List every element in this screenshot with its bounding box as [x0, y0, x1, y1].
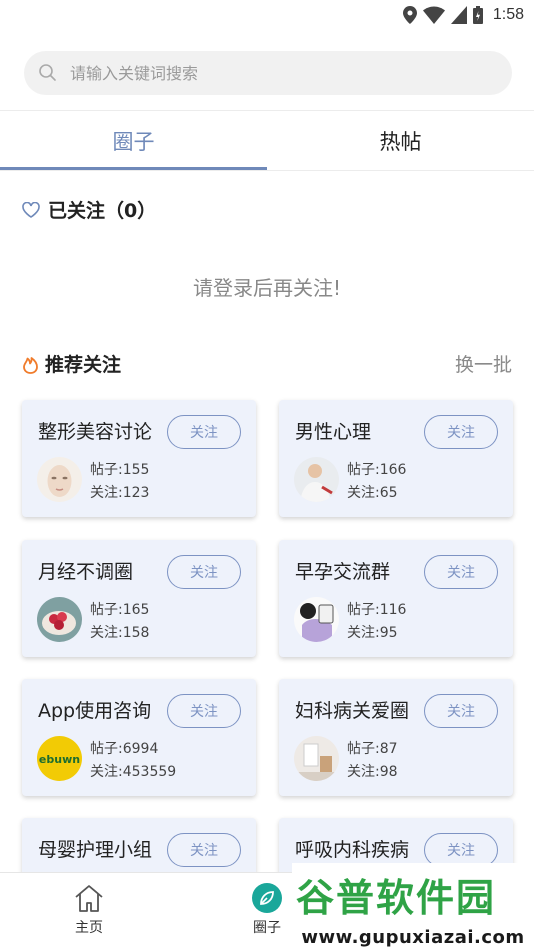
- circle-card[interactable]: 月经不调圈 关注 帖子:165 关注:158: [22, 540, 256, 657]
- post-count: 帖子:155: [90, 462, 150, 478]
- status-icons: 1:58: [402, 4, 524, 26]
- follow-button[interactable]: 关注: [167, 415, 241, 449]
- fire-icon: [23, 356, 38, 374]
- post-count: 帖子:6994: [90, 741, 159, 757]
- tab-divider: [0, 170, 534, 171]
- wifi-icon: [422, 6, 445, 24]
- login-tip[interactable]: 请登录后再关注!: [0, 272, 534, 301]
- post-count: 帖子:165: [90, 602, 150, 618]
- face-avatar: [37, 457, 82, 502]
- followed-header: 已关注（0）: [22, 196, 156, 223]
- circle-name: 呼吸内科疾病: [295, 839, 410, 861]
- circle-card[interactable]: 男性心理 关注 帖子:166 关注:65: [279, 400, 513, 517]
- circle-name: 月经不调圈: [38, 561, 134, 583]
- follow-button[interactable]: 关注: [424, 833, 498, 867]
- signal-icon: [450, 6, 467, 24]
- tab-circles[interactable]: 圈子: [0, 112, 267, 170]
- leaf-icon: [252, 883, 282, 913]
- circle-name: 早孕交流群: [295, 561, 391, 583]
- watermark: 谷普软件园 www.gupuxiazai.com: [292, 863, 534, 950]
- food-avatar: [37, 597, 82, 642]
- watermark-url: www.gupuxiazai.com: [301, 927, 525, 948]
- search-input[interactable]: [70, 63, 470, 83]
- post-count: 帖子:87: [347, 741, 398, 757]
- nav-circles-label: 圈子: [253, 920, 281, 936]
- circle-card[interactable]: App使用咨询 关注 ebuwn 帖子:6994 关注:453559: [22, 679, 256, 796]
- follow-button[interactable]: 关注: [424, 415, 498, 449]
- nav-home-label: 主页: [75, 920, 103, 936]
- home-icon: [75, 885, 103, 912]
- status-time: 1:58: [492, 6, 524, 23]
- circle-card[interactable]: 早孕交流群 关注 帖子:116 关注:95: [279, 540, 513, 657]
- follow-button[interactable]: 关注: [167, 694, 241, 728]
- follow-button[interactable]: 关注: [424, 694, 498, 728]
- battery-icon: [472, 6, 483, 24]
- circle-card[interactable]: 妇科病关爱圈 关注 帖子:87 关注:98: [279, 679, 513, 796]
- follow-count: 关注:65: [347, 485, 398, 501]
- heart-icon: [22, 201, 40, 218]
- followed-title: 已关注（0）: [48, 200, 157, 222]
- follow-count: 关注:158: [90, 625, 150, 641]
- search-bar[interactable]: [24, 51, 512, 95]
- post-count: 帖子:116: [347, 602, 407, 618]
- follow-count: 关注:123: [90, 485, 150, 501]
- header-divider: [0, 110, 534, 111]
- circle-name: 母婴护理小组: [38, 839, 153, 861]
- man-avatar: [294, 457, 339, 502]
- circle-name: App使用咨询: [38, 700, 152, 722]
- status-bar: 1:58: [0, 0, 534, 30]
- circle-name: 男性心理: [295, 421, 372, 443]
- watermark-brand: 谷普软件园: [296, 876, 497, 920]
- tab-hot-posts[interactable]: 热帖: [267, 112, 534, 170]
- follow-button[interactable]: 关注: [167, 555, 241, 589]
- room-avatar: [294, 736, 339, 781]
- refresh-button[interactable]: 换一批: [455, 350, 512, 377]
- follow-count: 关注:98: [347, 764, 398, 780]
- svg-text:ebuwn: ebuwn: [39, 753, 80, 766]
- location-icon: [402, 6, 417, 24]
- nav-home[interactable]: 主页: [49, 883, 129, 937]
- recommend-header: 推荐关注: [22, 350, 121, 377]
- follow-button[interactable]: 关注: [167, 833, 241, 867]
- search-icon: [39, 64, 56, 81]
- follow-count: 关注:95: [347, 625, 398, 641]
- follow-button[interactable]: 关注: [424, 555, 498, 589]
- post-count: 帖子:166: [347, 462, 407, 478]
- cartoon-avatar: [294, 597, 339, 642]
- tab-bar: 圈子 热帖: [0, 112, 534, 170]
- circle-name: 妇科病关爱圈: [295, 700, 410, 722]
- recommend-title: 推荐关注: [45, 354, 122, 376]
- app-logo-avatar: ebuwn: [37, 736, 82, 781]
- circle-card[interactable]: 整形美容讨论 关注 帖子:155 关注:123: [22, 400, 256, 517]
- follow-count: 关注:453559: [90, 764, 177, 780]
- circle-name: 整形美容讨论: [38, 421, 153, 443]
